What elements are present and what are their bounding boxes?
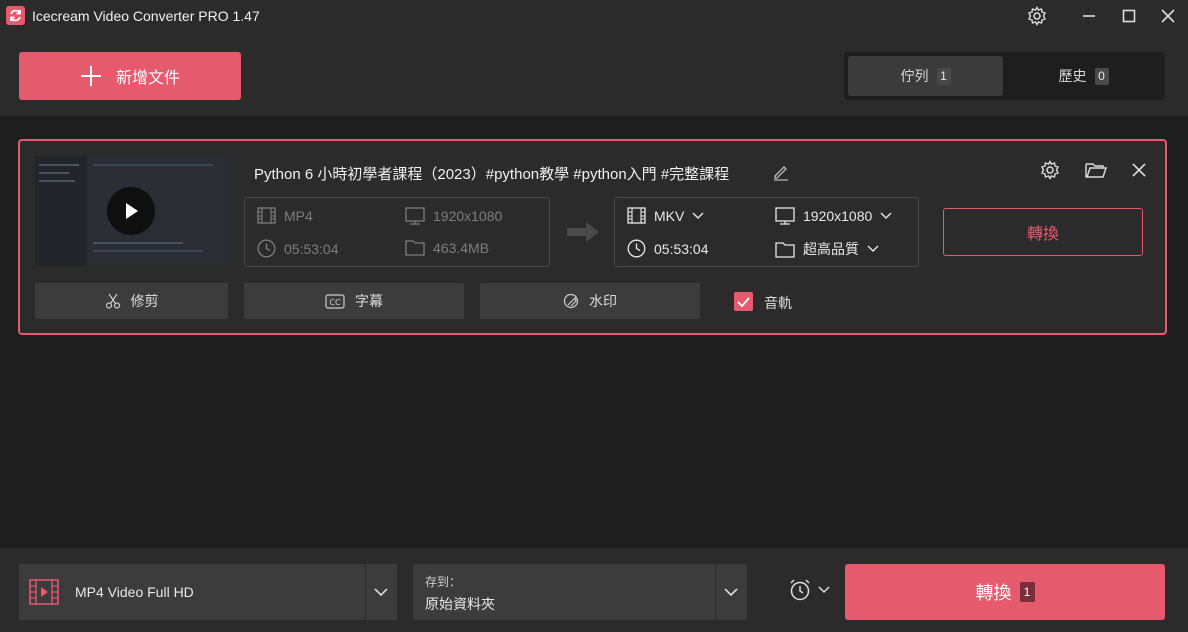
minimize-icon[interactable]	[1076, 4, 1102, 28]
schedule-button[interactable]	[788, 578, 830, 602]
source-resolution: 1920x1080	[405, 207, 502, 225]
subtitles-button[interactable]: CC 字幕	[244, 283, 464, 319]
close-window-icon[interactable]	[1155, 4, 1181, 28]
svg-text:CC: CC	[329, 298, 341, 307]
open-folder-icon[interactable]	[1083, 158, 1109, 182]
edit-title-icon[interactable]	[772, 163, 790, 186]
monitor-icon	[405, 207, 425, 225]
preset-label: MP4 Video Full HD	[75, 584, 194, 600]
tab-history[interactable]: 歷史 0	[1006, 56, 1161, 96]
chevron-down-icon	[818, 586, 830, 594]
source-size: 463.4MB	[405, 239, 489, 256]
item-settings-icon[interactable]	[1037, 158, 1063, 182]
alarm-clock-icon	[790, 579, 810, 601]
tab-queue-count: 1	[936, 67, 951, 85]
preset-select[interactable]: MP4 Video Full HD	[19, 564, 397, 620]
tab-history-label: 歷史	[1058, 68, 1087, 84]
monitor-icon	[775, 207, 795, 225]
settings-icon[interactable]	[1024, 4, 1050, 28]
scissors-icon	[105, 293, 120, 309]
plus-icon	[80, 66, 101, 86]
watermark-button[interactable]: 水印	[480, 283, 700, 319]
target-quality-select[interactable]: 超高品質	[775, 239, 879, 259]
chevron-down-icon	[692, 212, 704, 219]
tab-queue[interactable]: 佇列 1	[848, 56, 1003, 96]
file-title: Python 6 小時初學者課程（2023）#python教學 #python入…	[254, 166, 730, 183]
clock-icon	[257, 239, 276, 258]
tab-queue-label: 佇列	[900, 68, 929, 84]
queue-list: Python 6 小時初學者課程（2023）#python教學 #python入…	[0, 116, 1188, 548]
chevron-down-icon	[867, 245, 879, 252]
target-format-select[interactable]: MKV	[627, 207, 704, 224]
add-file-label: 新增文件	[115, 70, 180, 87]
top-toolbar: 新增文件 佇列 1 歷史 0	[0, 32, 1188, 116]
maximize-icon[interactable]	[1116, 4, 1142, 28]
film-icon	[257, 207, 276, 224]
item-convert-button[interactable]: 轉換	[943, 208, 1143, 256]
clock-icon	[627, 239, 646, 258]
target-info: MKV 1920x1080 05:53:04 超高品質	[614, 197, 919, 267]
target-duration: 05:53:04	[627, 239, 709, 258]
title-bar: Icecream Video Converter PRO 1.47	[0, 0, 1188, 32]
queue-history-tabs: 佇列 1 歷史 0	[844, 52, 1165, 100]
arrow-right-icon	[566, 221, 600, 248]
chevron-down-icon[interactable]	[723, 584, 739, 600]
app-logo-icon	[6, 6, 25, 25]
convert-all-label: 轉換	[975, 583, 1012, 603]
chevron-down-icon	[880, 212, 892, 219]
save-location-select[interactable]: 存到： 原始資料夾	[413, 564, 747, 620]
play-icon[interactable]	[107, 187, 155, 235]
watermark-icon	[563, 293, 579, 309]
folder-icon	[775, 241, 795, 258]
convert-all-count: 1	[1019, 582, 1035, 602]
bottom-bar: MP4 Video Full HD 存到： 原始資料夾 轉換 1	[0, 548, 1188, 632]
video-thumbnail[interactable]	[35, 156, 228, 266]
queue-item-card: Python 6 小時初學者課程（2023）#python教學 #python入…	[18, 139, 1167, 335]
convert-all-button[interactable]: 轉換 1	[845, 564, 1165, 620]
remove-item-icon[interactable]	[1126, 158, 1152, 182]
target-resolution-select[interactable]: 1920x1080	[775, 207, 892, 225]
save-to-value: 原始資料夾	[425, 596, 495, 612]
audio-track-checkbox[interactable]	[734, 292, 753, 311]
source-format: MP4	[257, 207, 313, 224]
source-duration: 05:53:04	[257, 239, 339, 258]
film-icon	[627, 207, 646, 224]
audio-track-label: 音軌	[764, 295, 792, 311]
save-to-label: 存到：	[425, 575, 462, 589]
source-info: MP4 1920x1080 05:53:04 463.4MB	[244, 197, 550, 267]
folder-icon	[405, 240, 425, 256]
add-file-button[interactable]: 新增文件	[19, 52, 241, 100]
check-icon	[737, 296, 750, 307]
chevron-down-icon[interactable]	[373, 584, 389, 600]
tab-history-count: 0	[1094, 67, 1109, 85]
cc-icon: CC	[325, 293, 345, 309]
app-title: Icecream Video Converter PRO 1.47	[32, 8, 260, 24]
video-preset-icon	[29, 579, 59, 605]
trim-button[interactable]: 修剪	[35, 283, 228, 319]
